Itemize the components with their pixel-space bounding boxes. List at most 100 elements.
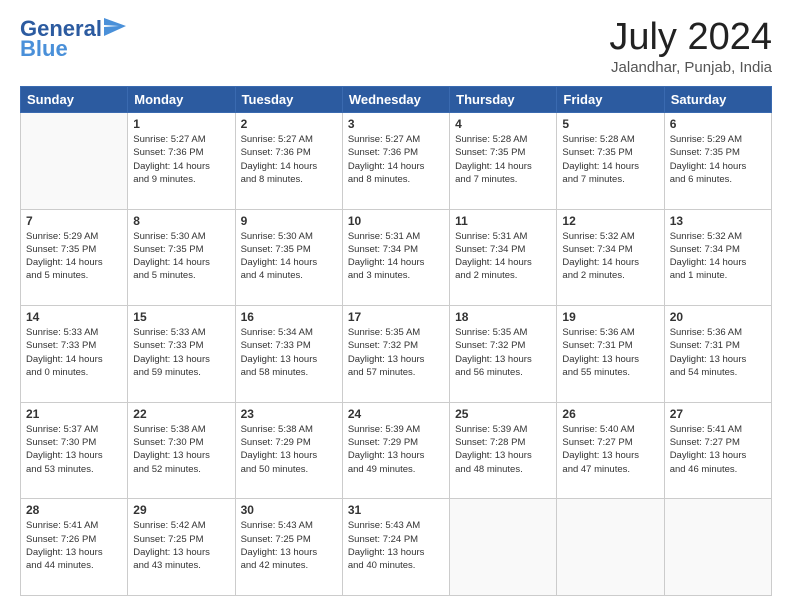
calendar-cell: 29Sunrise: 5:42 AMSunset: 7:25 PMDayligh…	[128, 499, 235, 596]
calendar-cell: 25 Sunrise: 5:39 AMSunset: 7:28 PMDayligh…	[450, 402, 557, 499]
day-info: Sunrise: 5:43 AMSunset: 7:24 PMDaylight:…	[348, 519, 444, 572]
day-info: Sunrise: 5:43 AMSunset: 7:25 PMDaylight:…	[241, 519, 337, 572]
day-number: 28	[26, 503, 122, 517]
day-info: Sunrise: 5:42 AMSunset: 7:25 PMDaylight:…	[133, 519, 229, 572]
calendar-cell: 11 Sunrise: 5:31 AMSunset: 7:34 PMDayligh…	[450, 209, 557, 306]
day-info: Sunrise: 5:39 AMSunset: 7:28 PMDaylight:…	[455, 423, 551, 476]
logo: General Blue	[20, 16, 126, 62]
day-number: 1	[133, 117, 229, 131]
col-tuesday: Tuesday	[235, 87, 342, 113]
calendar-cell: 12 Sunrise: 5:32 AMSunset: 7:34 PMDayligh…	[557, 209, 664, 306]
day-number: 23	[241, 407, 337, 421]
calendar-cell: 3Sunrise: 5:27 AMSunset: 7:36 PMDaylight…	[342, 113, 449, 210]
day-info: Sunrise: 5:36 AMSunset: 7:31 PMDaylight:…	[670, 326, 766, 379]
calendar-cell	[557, 499, 664, 596]
col-wednesday: Wednesday	[342, 87, 449, 113]
day-info: Sunrise: 5:31 AMSunset: 7:34 PMDaylight:…	[348, 230, 444, 283]
calendar-cell	[450, 499, 557, 596]
day-number: 16	[241, 310, 337, 324]
day-info: Sunrise: 5:36 AMSunset: 7:31 PMDaylight:…	[562, 326, 658, 379]
calendar-cell: 5 Sunrise: 5:28 AMSunset: 7:35 PMDaylight…	[557, 113, 664, 210]
logo-plane-icon	[104, 18, 126, 36]
day-number: 6	[670, 117, 766, 131]
day-info: Sunrise: 5:27 AMSunset: 7:36 PMDaylight:…	[133, 133, 229, 186]
calendar-week-5: 28 Sunrise: 5:41 AMSunset: 7:26 PMDayligh…	[21, 499, 772, 596]
calendar-week-4: 21 Sunrise: 5:37 AMSunset: 7:30 PMDayligh…	[21, 402, 772, 499]
day-number: 2	[241, 117, 337, 131]
main-title: July 2024	[609, 16, 772, 59]
day-info: Sunrise: 5:31 AMSunset: 7:34 PMDaylight:…	[455, 230, 551, 283]
calendar: Sunday Monday Tuesday Wednesday Thursday…	[20, 86, 772, 596]
day-number: 25	[455, 407, 551, 421]
day-number: 14	[26, 310, 122, 324]
day-number: 8	[133, 214, 229, 228]
day-info: Sunrise: 5:28 AMSunset: 7:35 PMDaylight:…	[455, 133, 551, 186]
calendar-cell: 14 Sunrise: 5:33 AMSunset: 7:33 PMDayligh…	[21, 306, 128, 403]
calendar-cell: 4 Sunrise: 5:28 AMSunset: 7:35 PMDaylight…	[450, 113, 557, 210]
day-number: 7	[26, 214, 122, 228]
day-number: 15	[133, 310, 229, 324]
calendar-cell: 28 Sunrise: 5:41 AMSunset: 7:26 PMDayligh…	[21, 499, 128, 596]
calendar-cell: 9Sunrise: 5:30 AMSunset: 7:35 PMDaylight…	[235, 209, 342, 306]
day-number: 5	[562, 117, 658, 131]
day-number: 30	[241, 503, 337, 517]
calendar-cell: 1 Sunrise: 5:27 AMSunset: 7:36 PMDaylight…	[128, 113, 235, 210]
calendar-cell: 10Sunrise: 5:31 AMSunset: 7:34 PMDayligh…	[342, 209, 449, 306]
calendar-cell: 24 Sunrise: 5:39 AMSunset: 7:29 PMDayligh…	[342, 402, 449, 499]
day-info: Sunrise: 5:41 AMSunset: 7:26 PMDaylight:…	[26, 519, 122, 572]
day-info: Sunrise: 5:29 AMSunset: 7:35 PMDaylight:…	[670, 133, 766, 186]
col-sunday: Sunday	[21, 87, 128, 113]
calendar-cell: 31 Sunrise: 5:43 AMSunset: 7:24 PMDayligh…	[342, 499, 449, 596]
day-info: Sunrise: 5:32 AMSunset: 7:34 PMDaylight:…	[670, 230, 766, 283]
calendar-week-2: 7Sunrise: 5:29 AMSunset: 7:35 PMDaylight…	[21, 209, 772, 306]
day-number: 4	[455, 117, 551, 131]
day-info: Sunrise: 5:33 AMSunset: 7:33 PMDaylight:…	[26, 326, 122, 379]
day-info: Sunrise: 5:40 AMSunset: 7:27 PMDaylight:…	[562, 423, 658, 476]
calendar-cell: 20 Sunrise: 5:36 AMSunset: 7:31 PMDayligh…	[664, 306, 771, 403]
day-number: 9	[241, 214, 337, 228]
calendar-cell: 13Sunrise: 5:32 AMSunset: 7:34 PMDayligh…	[664, 209, 771, 306]
day-number: 12	[562, 214, 658, 228]
calendar-header-row: Sunday Monday Tuesday Wednesday Thursday…	[21, 87, 772, 113]
day-info: Sunrise: 5:39 AMSunset: 7:29 PMDaylight:…	[348, 423, 444, 476]
day-info: Sunrise: 5:27 AMSunset: 7:36 PMDaylight:…	[241, 133, 337, 186]
day-info: Sunrise: 5:32 AMSunset: 7:34 PMDaylight:…	[562, 230, 658, 283]
day-number: 20	[670, 310, 766, 324]
calendar-cell: 26Sunrise: 5:40 AMSunset: 7:27 PMDayligh…	[557, 402, 664, 499]
day-info: Sunrise: 5:33 AMSunset: 7:33 PMDaylight:…	[133, 326, 229, 379]
calendar-cell	[21, 113, 128, 210]
calendar-cell: 27 Sunrise: 5:41 AMSunset: 7:27 PMDayligh…	[664, 402, 771, 499]
col-monday: Monday	[128, 87, 235, 113]
page: General Blue July 2024 Jalandhar, Punjab…	[0, 0, 792, 612]
calendar-cell: 17Sunrise: 5:35 AMSunset: 7:32 PMDayligh…	[342, 306, 449, 403]
day-number: 24	[348, 407, 444, 421]
day-number: 17	[348, 310, 444, 324]
calendar-cell	[664, 499, 771, 596]
day-info: Sunrise: 5:41 AMSunset: 7:27 PMDaylight:…	[670, 423, 766, 476]
calendar-cell: 21 Sunrise: 5:37 AMSunset: 7:30 PMDayligh…	[21, 402, 128, 499]
day-number: 11	[455, 214, 551, 228]
calendar-cell: 8 Sunrise: 5:30 AMSunset: 7:35 PMDaylight…	[128, 209, 235, 306]
calendar-week-1: 1 Sunrise: 5:27 AMSunset: 7:36 PMDaylight…	[21, 113, 772, 210]
day-info: Sunrise: 5:27 AMSunset: 7:36 PMDaylight:…	[348, 133, 444, 186]
calendar-cell: 18Sunrise: 5:35 AMSunset: 7:32 PMDayligh…	[450, 306, 557, 403]
day-number: 18	[455, 310, 551, 324]
day-info: Sunrise: 5:37 AMSunset: 7:30 PMDaylight:…	[26, 423, 122, 476]
calendar-cell: 6 Sunrise: 5:29 AMSunset: 7:35 PMDaylight…	[664, 113, 771, 210]
logo-blue: Blue	[20, 36, 68, 62]
calendar-cell: 16Sunrise: 5:34 AMSunset: 7:33 PMDayligh…	[235, 306, 342, 403]
calendar-cell: 30 Sunrise: 5:43 AMSunset: 7:25 PMDayligh…	[235, 499, 342, 596]
day-number: 27	[670, 407, 766, 421]
calendar-week-3: 14 Sunrise: 5:33 AMSunset: 7:33 PMDayligh…	[21, 306, 772, 403]
day-info: Sunrise: 5:30 AMSunset: 7:35 PMDaylight:…	[133, 230, 229, 283]
col-thursday: Thursday	[450, 87, 557, 113]
day-number: 31	[348, 503, 444, 517]
day-number: 22	[133, 407, 229, 421]
col-friday: Friday	[557, 87, 664, 113]
day-number: 21	[26, 407, 122, 421]
col-saturday: Saturday	[664, 87, 771, 113]
calendar-cell: 22Sunrise: 5:38 AMSunset: 7:30 PMDayligh…	[128, 402, 235, 499]
day-number: 19	[562, 310, 658, 324]
day-info: Sunrise: 5:28 AMSunset: 7:35 PMDaylight:…	[562, 133, 658, 186]
day-info: Sunrise: 5:38 AMSunset: 7:29 PMDaylight:…	[241, 423, 337, 476]
